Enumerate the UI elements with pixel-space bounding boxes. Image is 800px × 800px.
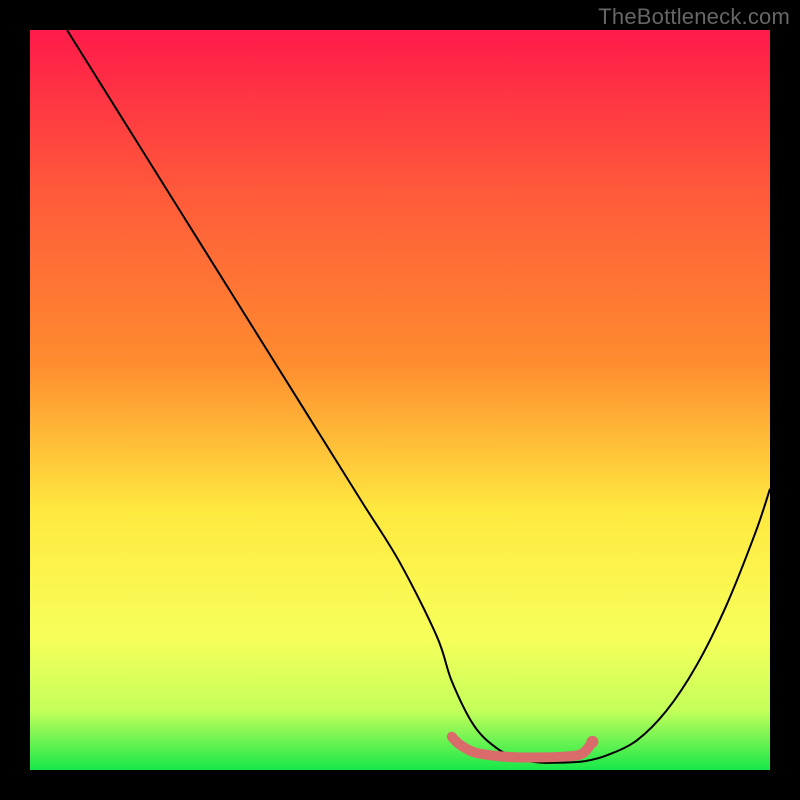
watermark-text: TheBottleneck.com (598, 4, 790, 30)
optimal-endpoint-dot (586, 736, 598, 748)
bottleneck-chart (0, 0, 800, 800)
gradient-background (30, 30, 770, 770)
chart-container: TheBottleneck.com (0, 0, 800, 800)
